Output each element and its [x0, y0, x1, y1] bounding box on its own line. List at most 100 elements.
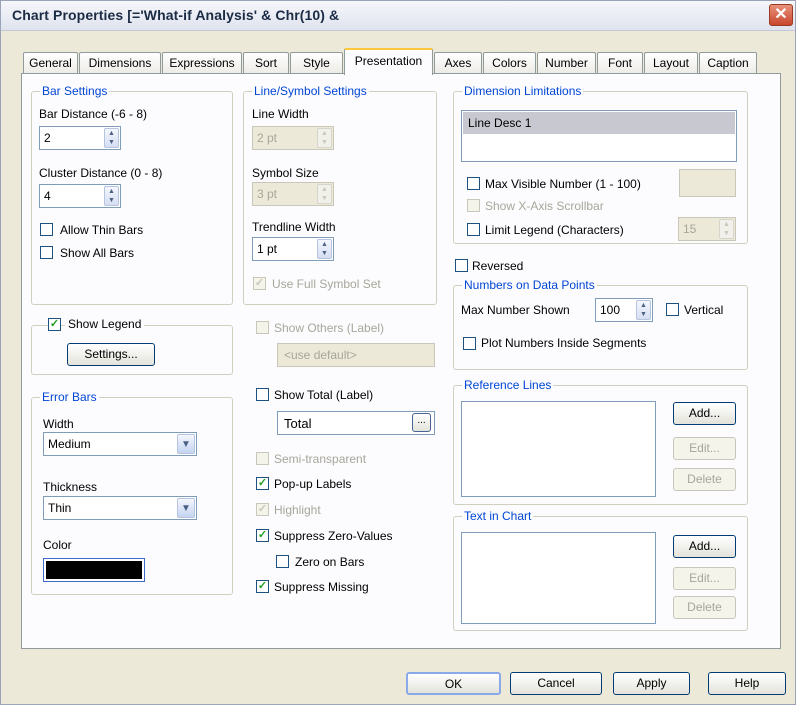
tab-colors[interactable]: Colors: [483, 52, 536, 74]
reference-edit-button[interactable]: Edit...: [673, 437, 736, 460]
others-label-placeholder: <use default>: [284, 348, 357, 362]
text-in-chart-list[interactable]: [461, 532, 656, 624]
zero-on-bars-label: Zero on Bars: [295, 555, 365, 569]
limit-legend-checkbox[interactable]: [467, 223, 480, 236]
apply-button[interactable]: Apply: [613, 672, 690, 695]
ellipsis-button[interactable]: ...: [412, 413, 431, 432]
popup-labels-checkbox[interactable]: ✓: [256, 477, 269, 490]
chevron-down-icon[interactable]: ▼: [177, 434, 195, 454]
reference-add-button[interactable]: Add...: [673, 402, 736, 425]
max-visible-checkbox[interactable]: [467, 177, 480, 190]
text-edit-button[interactable]: Edit...: [673, 567, 736, 590]
tab-layout[interactable]: Layout: [644, 52, 698, 74]
color-swatch-fill: [46, 561, 142, 579]
symbol-size-spinner[interactable]: 3 pt ▲ ▼: [252, 182, 334, 206]
max-visible-label: Max Visible Number (1 - 100): [485, 177, 641, 191]
plot-inside-label: Plot Numbers Inside Segments: [481, 336, 647, 350]
error-bars-title: Error Bars: [40, 390, 99, 404]
bar-distance-value: 2: [44, 131, 51, 145]
suppress-missing-checkbox[interactable]: ✓: [256, 580, 269, 593]
text-delete-button[interactable]: Delete: [673, 596, 736, 619]
zero-on-bars-checkbox[interactable]: [276, 555, 289, 568]
show-others-label: Show Others (Label): [274, 321, 385, 335]
text-in-chart-title: Text in Chart: [462, 509, 534, 523]
use-full-symbol-set-checkbox[interactable]: ✓: [253, 277, 266, 290]
list-item[interactable]: Line Desc 1: [468, 116, 531, 130]
tab-sort[interactable]: Sort: [243, 52, 289, 74]
suppress-missing-label: Suppress Missing: [274, 580, 369, 594]
error-thickness-select[interactable]: Thin ▼: [43, 496, 197, 520]
spin-arrows-icon[interactable]: ▲ ▼: [104, 128, 119, 148]
legend-settings-button[interactable]: Settings...: [67, 343, 155, 366]
highlight-label: Highlight: [274, 503, 321, 517]
spin-arrows-icon[interactable]: ▲ ▼: [104, 186, 119, 206]
show-legend-checkbox[interactable]: ✓: [48, 318, 61, 331]
title-bar: Chart Properties [='What-if Analysis' & …: [1, 1, 795, 31]
show-legend-label: Show Legend: [65, 317, 145, 331]
bar-distance-spinner[interactable]: 2 ▲ ▼: [39, 126, 121, 150]
show-scrollbar-checkbox[interactable]: [467, 199, 480, 212]
others-label-input[interactable]: <use default>: [277, 343, 435, 367]
tab-axes[interactable]: Axes: [434, 52, 482, 74]
semi-transparent-checkbox[interactable]: [256, 452, 269, 465]
reference-lines-list[interactable]: [461, 401, 656, 497]
max-number-spinner[interactable]: 100 ▲ ▼: [595, 298, 653, 322]
tab-font[interactable]: Font: [597, 52, 643, 74]
tab-style[interactable]: Style: [290, 52, 343, 74]
total-label-input[interactable]: Total ...: [277, 411, 435, 435]
error-width-label: Width: [43, 417, 74, 431]
tab-dimensions[interactable]: Dimensions: [79, 52, 161, 74]
show-total-checkbox[interactable]: [256, 388, 269, 401]
cluster-distance-label: Cluster Distance (0 - 8): [39, 166, 163, 180]
plot-inside-checkbox[interactable]: [463, 337, 476, 350]
line-symbol-title: Line/Symbol Settings: [252, 84, 369, 98]
spin-arrows-icon[interactable]: ▲ ▼: [317, 128, 332, 148]
text-add-button[interactable]: Add...: [673, 535, 736, 558]
dialog-title: Chart Properties [='What-if Analysis' & …: [12, 7, 340, 23]
spin-arrows-icon[interactable]: ▲ ▼: [719, 219, 734, 239]
bar-settings-title: Bar Settings: [40, 84, 110, 98]
show-all-bars-checkbox[interactable]: [40, 246, 53, 259]
tab-caption[interactable]: Caption: [699, 52, 757, 74]
allow-thin-bars-checkbox[interactable]: [40, 223, 53, 236]
tab-general[interactable]: General: [23, 52, 78, 74]
symbol-size-value: 3 pt: [257, 187, 278, 201]
max-visible-input[interactable]: [679, 169, 736, 197]
highlight-checkbox[interactable]: ✓: [256, 503, 269, 516]
tab-presentation[interactable]: Presentation: [344, 48, 433, 75]
tab-number[interactable]: Number: [537, 52, 596, 74]
reversed-label: Reversed: [472, 259, 524, 273]
show-total-label: Show Total (Label): [274, 388, 374, 402]
show-others-checkbox[interactable]: [256, 321, 269, 334]
max-number-label: Max Number Shown: [461, 303, 570, 317]
line-width-spinner[interactable]: 2 pt ▲ ▼: [252, 126, 334, 150]
error-width-select[interactable]: Medium ▼: [43, 432, 197, 456]
semi-transparent-label: Semi-transparent: [274, 452, 367, 466]
spin-arrows-icon[interactable]: ▲ ▼: [317, 239, 332, 259]
allow-thin-bars-label: Allow Thin Bars: [60, 223, 144, 237]
spin-arrows-icon[interactable]: ▲ ▼: [317, 184, 332, 204]
cluster-distance-spinner[interactable]: 4 ▲ ▼: [39, 184, 121, 208]
cancel-button[interactable]: Cancel: [510, 672, 602, 695]
dimension-limitations-title: Dimension Limitations: [462, 84, 584, 98]
chevron-down-icon[interactable]: ▼: [177, 498, 195, 518]
vertical-checkbox[interactable]: [666, 303, 679, 316]
trendline-width-label: Trendline Width: [252, 220, 336, 234]
suppress-zero-checkbox[interactable]: ✓: [256, 529, 269, 542]
dimension-list[interactable]: Line Desc 1: [461, 110, 737, 162]
trendline-width-spinner[interactable]: 1 pt ▲ ▼: [252, 237, 334, 261]
error-thickness-label: Thickness: [43, 480, 98, 494]
line-width-label: Line Width: [252, 107, 309, 121]
numbers-on-points-title: Numbers on Data Points: [462, 278, 597, 292]
ok-button[interactable]: OK: [406, 672, 501, 695]
close-button[interactable]: ✕: [769, 4, 793, 26]
tab-expressions[interactable]: Expressions: [162, 52, 242, 74]
reversed-checkbox[interactable]: [455, 259, 468, 272]
limit-legend-spinner[interactable]: 15 ▲ ▼: [678, 217, 736, 241]
help-button[interactable]: Help: [708, 672, 786, 695]
error-color-swatch[interactable]: [43, 558, 145, 582]
reference-delete-button[interactable]: Delete: [673, 468, 736, 491]
total-label-value: Total: [284, 416, 312, 431]
spin-arrows-icon[interactable]: ▲ ▼: [636, 300, 651, 320]
error-width-value: Medium: [48, 437, 91, 451]
